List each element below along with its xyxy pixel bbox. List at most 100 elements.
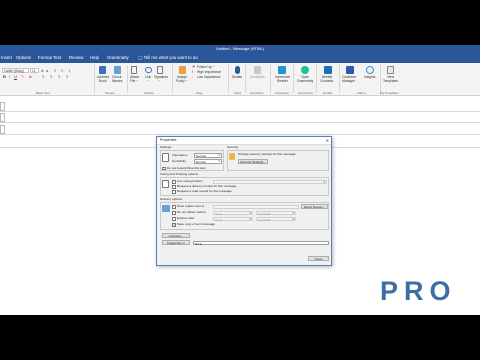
expires-time-select[interactable]: 12:00 AM ▼ <box>256 216 296 222</box>
contacts-button[interactable]: Contacts... <box>162 233 190 239</box>
font-name-box[interactable]: Calibri (Body) <box>2 68 29 73</box>
grammarly-icon[interactable] <box>301 66 309 74</box>
send-button-edge[interactable] <box>0 102 5 111</box>
tab-insert[interactable]: Insert <box>1 53 12 62</box>
separator <box>380 65 381 93</box>
outlook-window: Untitled - Message (HTML) Insert Options… <box>0 45 480 315</box>
insights-label[interactable]: Insights <box>364 75 375 80</box>
close-icon[interactable]: ✕ <box>326 137 329 144</box>
sensitivity-label: Sensitivity <box>250 75 265 79</box>
nimble-icon[interactable] <box>324 66 332 74</box>
do-not-deliver-label: Do not deliver before <box>177 210 206 214</box>
sensitivity-label: Sensitivity <box>172 158 186 163</box>
nimble-label-2[interactable]: Contacts <box>320 79 333 84</box>
expires-after-checkbox[interactable] <box>172 217 176 221</box>
bullets-icon[interactable]: ≡ <box>54 68 56 73</box>
tab-options[interactable]: Options <box>16 53 31 62</box>
font-color-icon[interactable]: A <box>29 74 32 79</box>
low-importance-icon[interactable]: ↓ <box>192 75 194 80</box>
low-importance-label[interactable]: Low Importance <box>197 75 220 80</box>
policy-icon[interactable] <box>179 66 186 74</box>
categories-field[interactable]: None <box>193 240 329 246</box>
paperclip-icon[interactable] <box>131 66 137 74</box>
signature-label[interactable]: Signature <box>154 75 168 80</box>
signature-icon[interactable] <box>157 66 163 74</box>
grow-font-icon[interactable]: A <box>41 68 44 73</box>
font-size-box[interactable]: 11 <box>30 68 39 73</box>
insights-icon[interactable] <box>366 66 374 74</box>
to-field[interactable] <box>0 111 480 112</box>
select-names-button[interactable]: Select Names... <box>301 204 328 210</box>
dictate-label[interactable]: Dictate <box>232 75 242 80</box>
check-names-label-2[interactable]: Names <box>112 79 122 84</box>
sensitivity-select[interactable]: Normal ▼ <box>194 159 222 164</box>
immersive-reader-label-2[interactable]: Reader <box>277 79 288 84</box>
have-replies-input[interactable] <box>213 204 299 210</box>
address-book-icon[interactable] <box>99 66 106 74</box>
templates-icon[interactable] <box>387 66 394 74</box>
expires-after-label: Expires after <box>177 216 195 220</box>
customer-manager-label-2[interactable]: Manager <box>342 79 355 84</box>
envelope-icon <box>162 205 170 212</box>
separator <box>172 65 173 93</box>
do-not-deliver-checkbox[interactable] <box>172 211 176 215</box>
chevron-down-icon: ▼ <box>248 217 252 221</box>
microphone-icon[interactable] <box>235 66 240 74</box>
align-right-icon[interactable]: ≡ <box>58 74 60 79</box>
tab-format-text[interactable]: Format Text <box>38 53 61 62</box>
group-basic-text: Basic Text <box>36 90 50 95</box>
numbering-icon[interactable]: ≡ <box>61 68 63 73</box>
link-label-2[interactable]: ~ <box>147 79 149 84</box>
save-copy-checkbox[interactable]: ✓ <box>172 223 176 227</box>
attach-file-label-2[interactable]: File ~ <box>130 79 138 84</box>
bold-icon[interactable]: B <box>3 74 6 79</box>
dialog-title-bar: Properties ✕ <box>157 137 331 145</box>
read-receipt-checkbox[interactable] <box>172 190 176 194</box>
deliver-time-select[interactable]: 12:00 AM ▼ <box>256 210 296 216</box>
close-button[interactable]: Close <box>308 256 329 262</box>
subject-field[interactable] <box>0 134 480 135</box>
autoarchive-checkbox[interactable] <box>162 166 166 171</box>
separator <box>270 65 271 93</box>
tab-review[interactable]: Review <box>69 53 83 62</box>
deliver-date-select[interactable]: None ▼ <box>213 210 253 216</box>
italic-icon[interactable]: I <box>9 74 10 79</box>
clear-format-icon[interactable]: ⟨ <box>69 68 71 73</box>
customer-manager-icon[interactable] <box>346 66 354 74</box>
address-book-label-2[interactable]: Book <box>99 79 107 84</box>
cc-button-edge[interactable] <box>0 113 5 122</box>
pro-logo: PRO <box>380 276 457 306</box>
save-copy-label: Save copy of sent message <box>177 222 216 226</box>
indent-icon[interactable]: ≡ <box>66 74 68 79</box>
use-voting-checkbox[interactable] <box>172 180 176 184</box>
delivery-receipt-checkbox[interactable] <box>172 185 176 189</box>
signature-label-2[interactable]: ~ <box>158 79 160 84</box>
categories-button[interactable]: Categories ▼ <box>162 240 190 246</box>
immersive-reader-icon[interactable] <box>278 66 286 74</box>
shrink-font-icon[interactable]: a <box>46 68 48 73</box>
cc-field[interactable] <box>0 122 480 123</box>
importance-select[interactable]: Normal ▼ <box>194 153 222 158</box>
underline-icon[interactable]: U <box>14 74 17 79</box>
have-replies-checkbox[interactable] <box>172 205 176 209</box>
tell-me-box[interactable]: ◯ Tell me what you want to do <box>138 53 198 62</box>
open-grammarly-label-2[interactable]: Grammarly <box>297 79 313 84</box>
categories-label: Categories <box>166 241 182 245</box>
view-templates-label-2[interactable]: Templates <box>383 79 398 84</box>
highlight-icon[interactable]: ✎ <box>21 74 24 79</box>
tab-help[interactable]: Help <box>90 53 99 62</box>
link-icon[interactable] <box>145 67 152 73</box>
check-names-icon[interactable] <box>114 66 121 74</box>
expires-date-select[interactable]: None ▼ <box>213 216 253 222</box>
security-settings-button[interactable]: Security Settings... <box>238 159 268 165</box>
group-add-in: Add-in <box>357 90 366 95</box>
group-grammarly: Grammarly <box>298 90 313 95</box>
align-center-icon[interactable]: ≡ <box>50 74 52 79</box>
align-left-icon[interactable]: ≡ <box>42 74 44 79</box>
deliver-time-value: 12:00 AM <box>258 211 271 216</box>
assign-policy-label-2[interactable]: Policy ~ <box>176 79 188 84</box>
tell-me-text: Tell me what you want to do <box>143 55 198 60</box>
chevron-down-icon: ▼ <box>291 211 295 215</box>
tab-grammarly[interactable]: Grammarly <box>107 53 129 62</box>
bcc-button-edge[interactable] <box>0 125 5 134</box>
